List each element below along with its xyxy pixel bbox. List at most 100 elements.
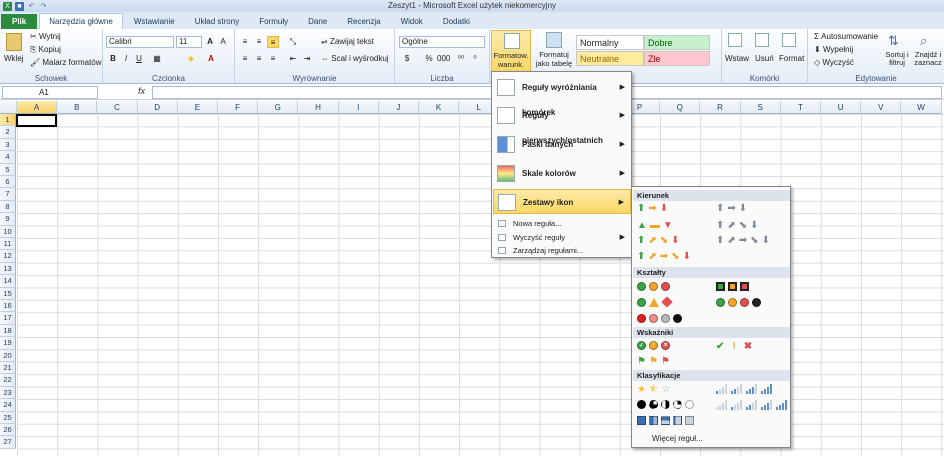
conditional-format-button[interactable]: Formatow. warunk. <box>491 30 531 74</box>
format-painter-button[interactable]: 🖌 Malarz formatów <box>30 58 102 67</box>
insert-icon[interactable] <box>728 33 742 47</box>
align-left-icon[interactable]: ≡ <box>239 53 251 65</box>
row-header[interactable]: 5 <box>0 163 16 176</box>
column-header[interactable]: F <box>218 101 259 114</box>
icon-set-4-arrows-colored[interactable]: ⬆ ⬈ ⬊ ⬇ <box>637 235 680 246</box>
icon-set-3-arrows-colored[interactable]: ⬆ ➡ ⬇ <box>637 203 668 214</box>
autosum-button[interactable]: Σ Autosumowanie <box>814 32 878 41</box>
column-header[interactable]: K <box>419 101 460 114</box>
icon-set-3-triangles[interactable]: ▲ ▬ ▼ <box>637 220 673 231</box>
increase-decimal-icon[interactable]: ⁰⁰ <box>455 53 467 65</box>
tab-formulas[interactable]: Formuły <box>250 14 297 29</box>
tab-addins[interactable]: Dodatki <box>434 14 479 29</box>
icon-set-3-traffic-lights[interactable] <box>637 282 670 291</box>
currency-icon[interactable]: $ <box>401 53 413 65</box>
row-header[interactable]: 15 <box>0 287 16 300</box>
menu-clear-rules[interactable]: Wyczyść reguły ▶ <box>493 231 631 244</box>
decrease-decimal-icon[interactable]: ⁰ <box>469 53 481 65</box>
icon-set-4-arrows-gray[interactable]: ⬆ ⬈ ⬊ ⬇ <box>716 220 759 231</box>
tab-view[interactable]: Widok <box>392 14 432 29</box>
increase-indent-icon[interactable]: ⇥ <box>301 53 313 65</box>
find-select-button[interactable]: Znajdź i zaznacz <box>912 51 944 67</box>
row-header[interactable]: 21 <box>0 362 16 375</box>
tab-insert[interactable]: Wstawianie <box>125 14 184 29</box>
icon-set-3-symbols-circled[interactable]: ✓! ✕ <box>637 341 670 350</box>
row-header[interactable]: 14 <box>0 275 16 288</box>
row-header[interactable]: 25 <box>0 411 16 424</box>
copy-button[interactable]: ⎘ Kopiuj <box>30 45 61 55</box>
column-header[interactable]: G <box>258 101 299 114</box>
row-header[interactable]: 3 <box>0 138 16 152</box>
row-header[interactable]: 17 <box>0 312 16 325</box>
row-header[interactable]: 12 <box>0 250 16 263</box>
row-header[interactable]: 16 <box>0 300 16 313</box>
underline-icon[interactable]: U <box>133 53 145 65</box>
icon-set-3-symbols[interactable]: ✔! ✖ <box>716 341 752 352</box>
italic-icon[interactable]: I <box>120 53 132 65</box>
merge-center-button[interactable]: ⇔ Scal i wyśrodkuj <box>321 54 389 63</box>
row-header[interactable]: 26 <box>0 424 16 437</box>
row-header[interactable]: 2 <box>0 126 16 139</box>
style-normal[interactable]: Normalny <box>576 35 644 50</box>
decrease-indent-icon[interactable]: ⇤ <box>287 53 299 65</box>
row-header[interactable]: 27 <box>0 436 16 449</box>
icon-set-3-stars[interactable]: ★ ⯪ ☆ <box>637 384 670 395</box>
paste-icon[interactable] <box>6 33 22 51</box>
menu-new-rule[interactable]: Nowa reguła... <box>493 217 631 230</box>
selected-cell[interactable] <box>16 114 57 127</box>
row-header[interactable]: 6 <box>0 176 16 189</box>
tab-page-layout[interactable]: Układ strony <box>186 14 248 29</box>
row-header[interactable]: 1 <box>0 114 16 127</box>
column-header[interactable]: D <box>137 101 178 114</box>
column-header[interactable]: I <box>338 101 379 114</box>
menu-color-scales[interactable]: Skale kolorów ▶ <box>493 161 631 186</box>
tab-review[interactable]: Recenzja <box>338 14 389 29</box>
icon-set-5-ratings[interactable] <box>716 400 788 410</box>
menu-top-bottom-rules[interactable]: Reguły pierwszych/ostatnich ▶ <box>493 103 631 145</box>
align-top-icon[interactable]: ≡ <box>239 36 251 48</box>
align-bottom-icon[interactable]: ≡ <box>267 36 279 48</box>
name-box[interactable]: A1 <box>2 86 98 99</box>
column-header[interactable]: R <box>700 101 741 114</box>
column-header[interactable]: J <box>378 101 419 114</box>
font-size-box[interactable]: 11 <box>176 36 202 48</box>
paste-button[interactable]: Wklej <box>4 54 24 63</box>
icon-set-5-arrows-gray[interactable]: ⬆ ⬈ ➡ ⬊ ⬇ <box>716 235 770 246</box>
style-neutral[interactable]: Neutralne <box>576 51 644 66</box>
column-header[interactable]: B <box>57 101 98 114</box>
icon-set-5-arrows-colored[interactable]: ⬆ ⬈ ➡ ⬊ ⬇ <box>637 251 691 262</box>
style-good[interactable]: Dobre <box>644 35 710 50</box>
row-header[interactable]: 10 <box>0 225 16 238</box>
more-rules-link[interactable]: Więcej reguł... <box>652 434 703 443</box>
row-header[interactable]: 11 <box>0 238 16 251</box>
align-right-icon[interactable]: ≡ <box>267 53 279 65</box>
menu-data-bars[interactable]: Paski danych ▶ <box>493 132 631 157</box>
row-header[interactable]: 18 <box>0 324 16 338</box>
menu-highlight-rules[interactable]: Reguły wyróżniania komórek ▶ <box>493 75 631 117</box>
format-icon[interactable] <box>782 33 796 47</box>
find-select-icon[interactable]: ⌕ <box>920 33 927 49</box>
align-middle-icon[interactable]: ≡ <box>253 36 265 48</box>
borders-icon[interactable]: ▦ <box>151 53 163 65</box>
font-color-icon[interactable]: A <box>205 53 217 65</box>
icon-set-4-red-to-black[interactable] <box>637 314 682 323</box>
row-header[interactable]: 13 <box>0 262 16 276</box>
icon-set-4-traffic-lights[interactable] <box>716 298 761 307</box>
tab-file[interactable]: Plik <box>1 14 38 29</box>
column-header[interactable]: T <box>780 101 821 114</box>
icon-set-4-ratings[interactable] <box>716 384 773 394</box>
align-center-icon[interactable]: ≡ <box>253 53 265 65</box>
row-header[interactable]: 9 <box>0 213 16 226</box>
column-header[interactable]: S <box>740 101 781 114</box>
bold-icon[interactable]: B <box>107 53 119 65</box>
column-header[interactable]: A <box>17 101 58 114</box>
menu-manage-rules[interactable]: Zarządzaj regułami... <box>493 244 631 257</box>
tab-home[interactable]: Narzędzia główne <box>39 13 123 29</box>
sort-filter-button[interactable]: Sortuj i filtruj <box>882 51 912 67</box>
percent-icon[interactable]: % <box>423 53 435 65</box>
fx-icon[interactable]: fx <box>138 86 145 96</box>
column-header[interactable]: C <box>97 101 138 114</box>
row-header[interactable]: 19 <box>0 337 16 350</box>
column-header[interactable]: W <box>901 101 942 114</box>
row-header[interactable]: 23 <box>0 386 16 400</box>
